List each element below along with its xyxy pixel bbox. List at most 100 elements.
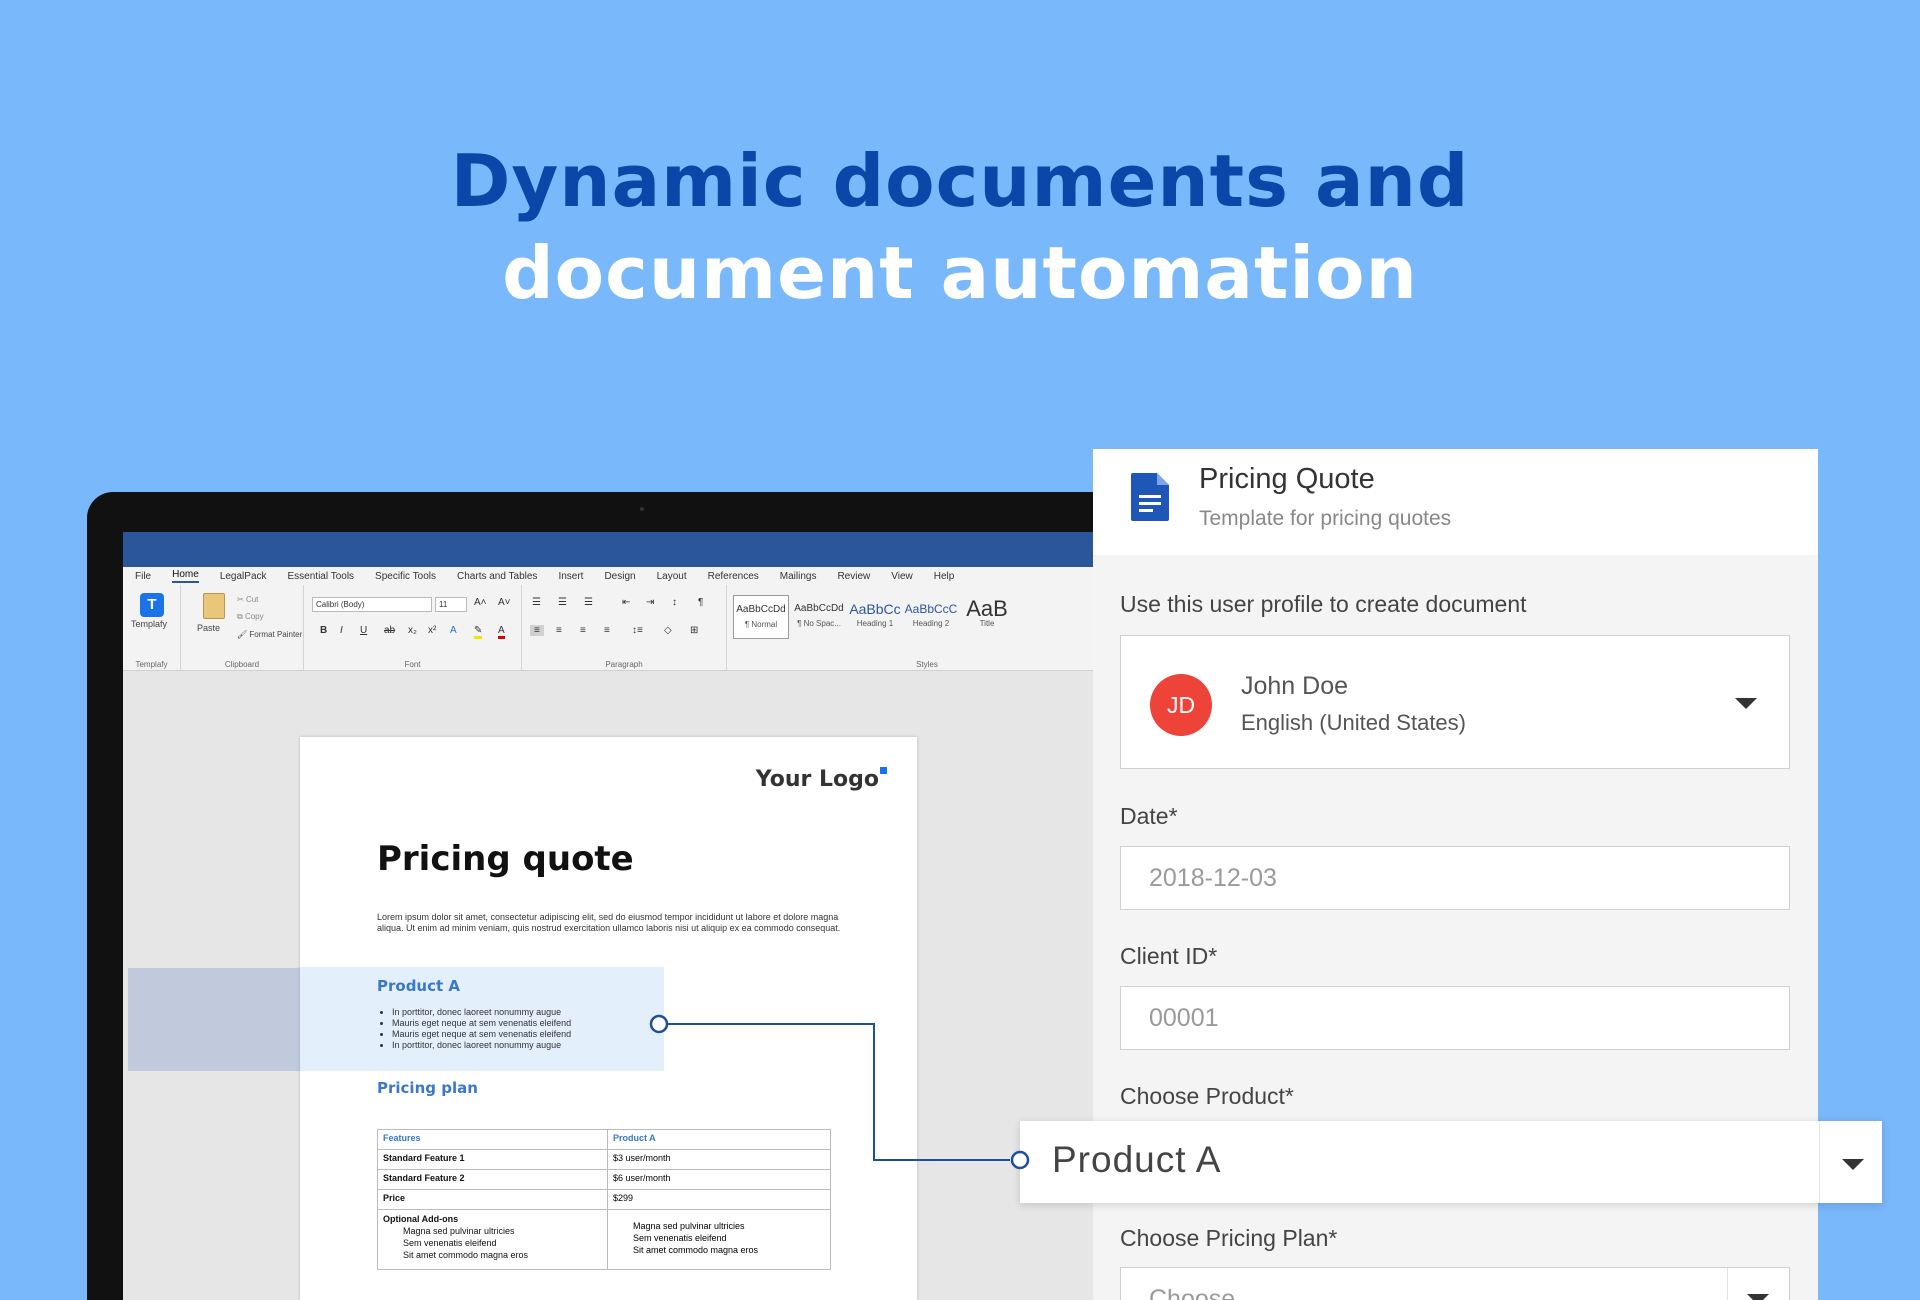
increase-indent-icon[interactable]: ⇥	[646, 597, 654, 608]
style-heading-2[interactable]: AaBbCcC Heading 2	[903, 595, 959, 639]
superscript-icon[interactable]: x²	[428, 625, 436, 636]
table-header-cell: Features	[377, 1129, 608, 1150]
chevron-down-icon[interactable]	[1747, 1294, 1769, 1300]
style-no-spacing[interactable]: AaBbCcDd ¶ No Spac...	[791, 595, 847, 639]
tab-home[interactable]: Home	[172, 569, 199, 583]
align-right-icon[interactable]: ≡	[580, 625, 586, 636]
panel-subtitle: Template for pricing quotes	[1199, 507, 1452, 530]
addons-values-cell: Magna sed pulvinar ultricies Sem venenat…	[607, 1209, 831, 1270]
style-sample: AaBbCcDd	[736, 604, 786, 615]
copy-label: Copy	[244, 612, 264, 621]
camera-dot	[640, 507, 644, 511]
tab-view[interactable]: View	[891, 571, 913, 582]
pricing-plan-placeholder: Choose	[1149, 1285, 1236, 1300]
font-size-select[interactable]: 11	[435, 597, 467, 612]
strikethrough-icon[interactable]: ab	[384, 625, 395, 636]
word-titlebar	[123, 532, 1127, 567]
style-name: ¶ No Spac...	[797, 619, 841, 628]
product-select[interactable]: Product A	[1020, 1121, 1882, 1203]
shrink-font-icon[interactable]: A˅	[498, 597, 511, 608]
tab-design[interactable]: Design	[604, 571, 635, 582]
pricing-plan-select[interactable]: Choose	[1120, 1267, 1790, 1300]
line-spacing-icon[interactable]: ↕≡	[632, 625, 643, 636]
style-normal[interactable]: AaBbCcDd ¶ Normal	[733, 595, 789, 639]
cut-label: Cut	[245, 595, 259, 604]
product-selected-value: Product A	[1052, 1139, 1222, 1180]
styles-group-label: Styles	[916, 660, 938, 669]
format-painter-label: Format Painter	[249, 630, 303, 639]
bold-icon[interactable]: B	[320, 625, 327, 636]
pilcrow-icon[interactable]: ¶	[698, 597, 703, 608]
tab-file[interactable]: File	[135, 571, 151, 582]
italic-icon[interactable]: I	[340, 625, 343, 636]
date-field[interactable]: 2018-12-03	[1120, 846, 1790, 910]
justify-icon[interactable]: ≡	[604, 625, 610, 636]
style-heading-1[interactable]: AaBbCc Heading 1	[847, 595, 903, 639]
paste-icon[interactable]	[203, 593, 225, 619]
tab-mailings[interactable]: Mailings	[780, 571, 817, 582]
templafy-icon[interactable]: T	[140, 593, 164, 617]
tab-references[interactable]: References	[708, 571, 759, 582]
borders-icon[interactable]: ⊞	[690, 625, 698, 636]
style-sample: AaB	[966, 596, 1008, 621]
client-id-field[interactable]: 00001	[1120, 986, 1790, 1050]
numbering-icon[interactable]: ☰	[558, 597, 567, 608]
format-painter-button[interactable]: 🖌 Format Painter	[237, 630, 302, 639]
pricing-plan-heading: Pricing plan	[377, 1079, 478, 1097]
date-label: Date*	[1120, 803, 1178, 829]
multilevel-list-icon[interactable]: ☰	[584, 597, 593, 608]
profile-select[interactable]: JD John Doe English (United States)	[1120, 635, 1790, 769]
align-center-icon[interactable]: ≡	[556, 625, 562, 636]
bullets-icon[interactable]: ☰	[532, 597, 541, 608]
addon-item: Magna sed pulvinar ultricies	[633, 1221, 745, 1231]
tab-review[interactable]: Review	[837, 571, 870, 582]
font-name-select[interactable]: Calibri (Body)	[312, 597, 432, 612]
text-effects-icon[interactable]: A	[450, 625, 457, 636]
tab-specific-tools[interactable]: Specific Tools	[375, 571, 436, 582]
tab-insert[interactable]: Insert	[558, 571, 583, 582]
table-row: Standard Feature 2 $6 user/month	[377, 1169, 831, 1190]
table-header-cell: Product A	[607, 1129, 831, 1150]
sort-icon[interactable]: ↕	[672, 597, 677, 608]
font-color-icon[interactable]: A	[498, 625, 505, 639]
templafy-group-label: Templafy	[135, 660, 168, 669]
grow-font-icon[interactable]: A˄	[474, 597, 487, 608]
pricing-table: Features Product A Standard Feature 1 $3…	[377, 1129, 831, 1270]
choose-product-label: Choose Product*	[1120, 1083, 1294, 1109]
chevron-down-icon[interactable]	[1842, 1159, 1864, 1170]
highlight-icon[interactable]: ✎	[474, 625, 483, 639]
list-item: In porttitor, donec laoreet nonummy augu…	[392, 1007, 571, 1018]
decrease-indent-icon[interactable]: ⇤	[622, 597, 630, 608]
style-sample: AaBbCc	[849, 601, 901, 617]
addons-cell: Optional Add-ons Magna sed pulvinar ultr…	[377, 1209, 608, 1270]
style-sample: AaBbCcDd	[794, 603, 844, 614]
logo-mark	[880, 767, 887, 774]
copy-button[interactable]: ⧉ Copy	[237, 612, 264, 622]
tab-help[interactable]: Help	[934, 571, 955, 582]
tab-legalpack[interactable]: LegalPack	[220, 571, 267, 582]
ribbon-tabs: File Home LegalPack Essential Tools Spec…	[123, 567, 1127, 585]
cut-button[interactable]: ✂ Cut	[237, 595, 258, 604]
addons-label: Optional Add-ons	[383, 1214, 459, 1224]
shading-icon[interactable]: ◇	[664, 625, 672, 636]
style-title[interactable]: AaB Title	[959, 595, 1015, 639]
tab-essential-tools[interactable]: Essential Tools	[288, 571, 355, 582]
select-divider	[1727, 1268, 1728, 1300]
word-window: File Home LegalPack Essential Tools Spec…	[123, 532, 1127, 1300]
document-icon	[1131, 473, 1169, 526]
ribbon: T Templafy Templafy Paste ✂ Cut ⧉ Copy 🖌…	[123, 585, 1127, 671]
tab-layout[interactable]: Layout	[657, 571, 687, 582]
list-item: In porttitor, donec laoreet nonummy augu…	[392, 1040, 571, 1051]
subscript-icon[interactable]: x₂	[408, 625, 417, 636]
tab-charts-and-tables[interactable]: Charts and Tables	[457, 571, 537, 582]
selection-shade	[128, 968, 300, 1071]
underline-icon[interactable]: U	[360, 625, 367, 636]
addon-item: Magna sed pulvinar ultricies	[403, 1226, 515, 1236]
style-name: ¶ Normal	[744, 620, 778, 629]
table-row: Optional Add-ons Magna sed pulvinar ultr…	[377, 1209, 831, 1270]
chevron-down-icon[interactable]	[1735, 698, 1757, 709]
addon-item: Sem venenatis eleifend	[403, 1238, 497, 1248]
document-page[interactable]: Your Logo Pricing quote Lorem ipsum dolo…	[300, 737, 917, 1300]
select-divider	[1819, 1121, 1820, 1203]
align-left-icon[interactable]: ≡	[530, 625, 544, 636]
